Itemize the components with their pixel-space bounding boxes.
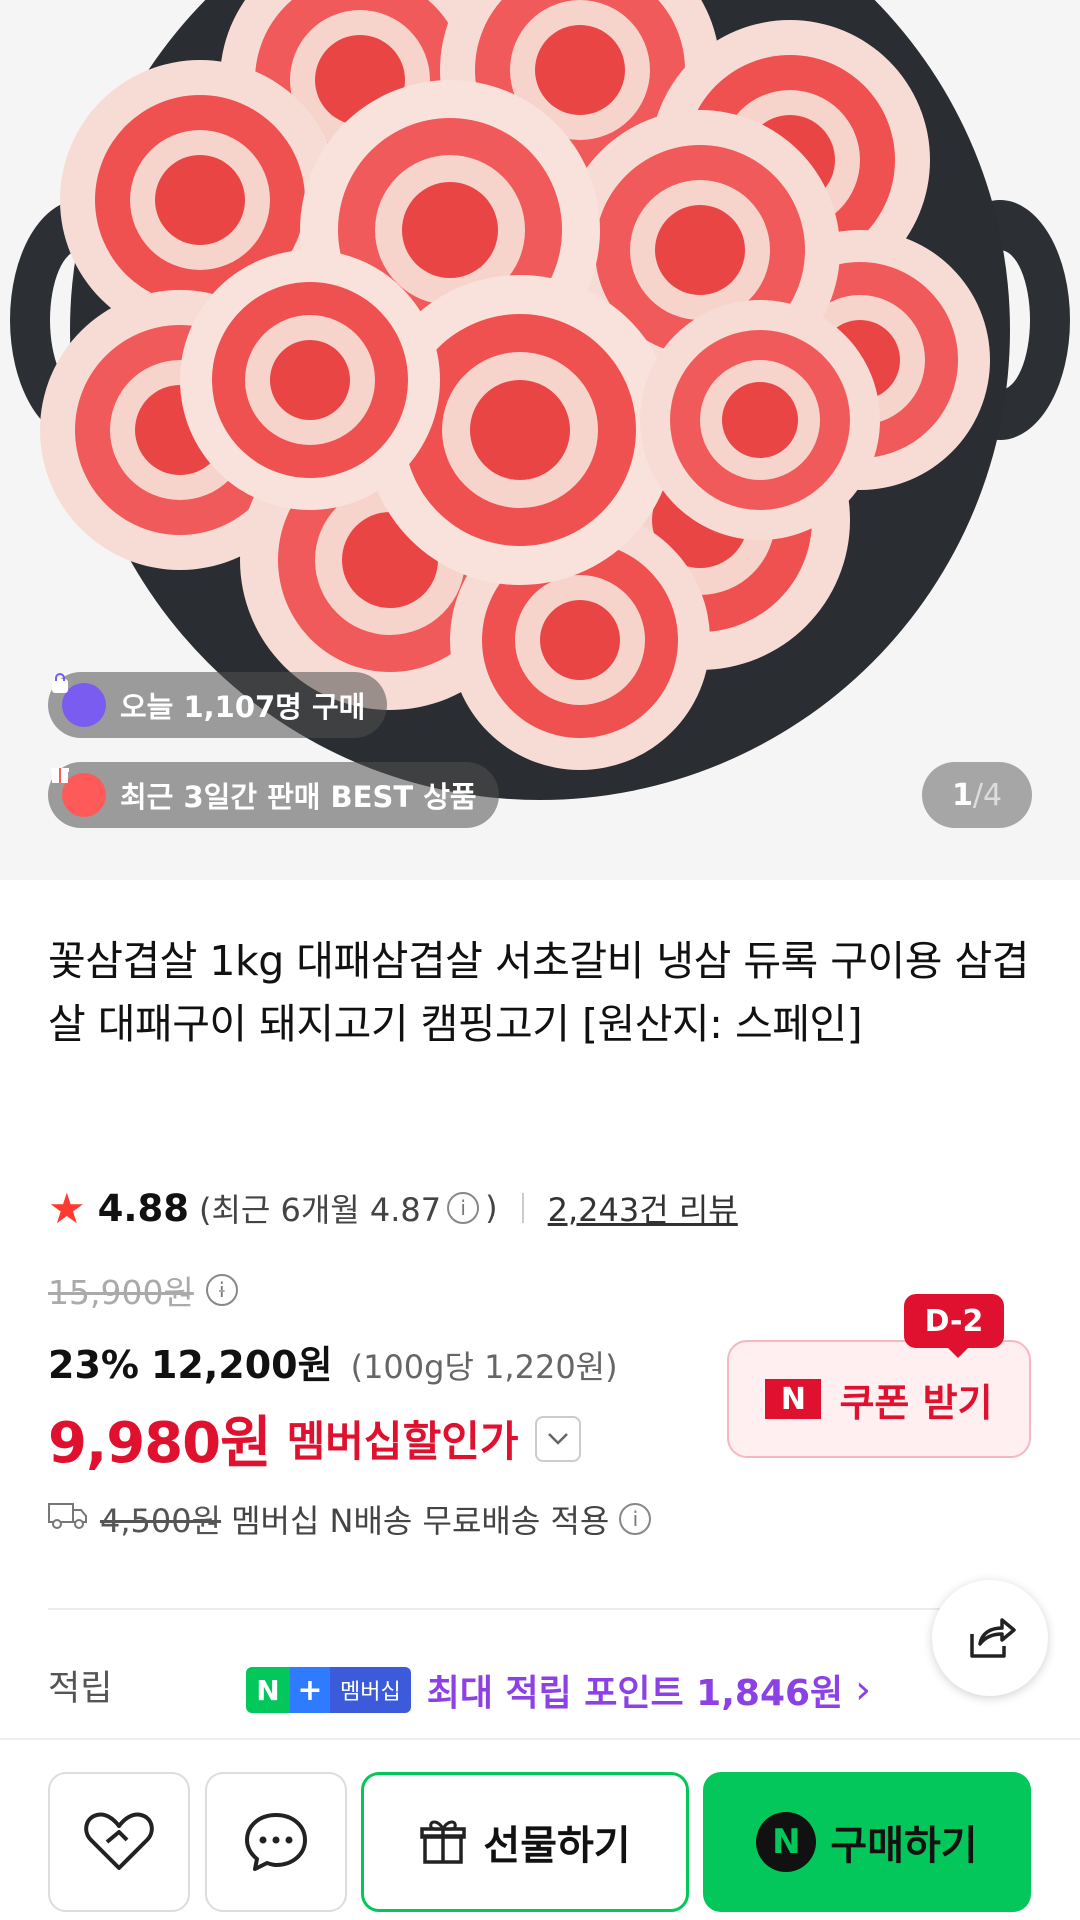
wishlist-button[interactable]: [48, 1772, 190, 1912]
buy-button[interactable]: N 구매하기: [703, 1772, 1031, 1912]
gift-box-icon: [51, 768, 106, 817]
member-price: 9,980원: [48, 1411, 272, 1476]
d-day-badge: D-2: [904, 1294, 1004, 1358]
chevron-down-icon[interactable]: [534, 1415, 581, 1462]
today-purchase-badge: 오늘 1,107명 구매: [48, 672, 388, 738]
shopping-bag-icon: [52, 673, 106, 727]
product-image[interactable]: 오늘 1,107명 구매 최근 3일간 판매 BEST 상품 1 / 4: [0, 0, 1080, 880]
shipping-fee: 4,500원: [100, 1502, 222, 1540]
rating-score: 4.88: [97, 1186, 189, 1230]
member-price-row: 9,980원 멤버십할인가: [48, 1398, 581, 1479]
unit-price: (100g당 1,220원): [350, 1348, 618, 1386]
shipping-row: 4,500원 멤버십 N배송 무료배송 적용 i: [48, 1496, 657, 1542]
heart-icon: [84, 1812, 154, 1870]
image-counter-total: 4: [982, 777, 1003, 813]
divider: [521, 1193, 524, 1223]
gift-button[interactable]: 선물하기: [361, 1772, 689, 1912]
chat-button[interactable]: [205, 1772, 347, 1912]
original-price: 15,900원: [48, 1273, 194, 1312]
info-icon[interactable]: i: [447, 1192, 480, 1224]
shipping-info-icon[interactable]: i: [619, 1503, 652, 1535]
divider: [0, 1738, 1080, 1740]
points-row[interactable]: N + 멤버십 최대 적립 포인트 1,846원 ›: [246, 1664, 871, 1716]
naver-n-icon: N: [765, 1379, 822, 1419]
buy-label: 구매하기: [830, 1823, 978, 1869]
sale-price-row: 23% 12,200원 (100g당 1,220원): [48, 1334, 618, 1389]
pork-belly-photo: [0, 0, 1080, 880]
truck-icon: [48, 1500, 88, 1538]
share-button[interactable]: [932, 1580, 1048, 1696]
recent-rating: (최근 6개월 4.87: [198, 1191, 442, 1229]
shipping-text: 멤버십 N배송 무료배송 적용: [231, 1502, 610, 1540]
star-icon: ★: [48, 1183, 86, 1233]
today-purchase-text: 오늘 1,107명 구매: [120, 690, 366, 724]
price-info-icon[interactable]: i: [205, 1274, 238, 1306]
badge-n: N: [246, 1667, 290, 1713]
chevron-right-icon: ›: [855, 1667, 872, 1713]
recent-rating-close: ): [485, 1189, 498, 1227]
coupon-button[interactable]: N 쿠폰 받기: [727, 1340, 1031, 1458]
image-counter-current: 1: [951, 777, 973, 813]
naver-pay-icon: N: [756, 1812, 817, 1872]
product-title: 꽃삼겹살 1kg 대패삼겹살 서초갈비 냉삼 듀록 구이용 삼겹살 대패구이 돼…: [48, 937, 1029, 1048]
points-text: 최대 적립 포인트 1,846원: [426, 1673, 844, 1714]
best-seller-text: 최근 3일간 판매 BEST 상품: [120, 780, 477, 814]
original-price-row: 15,900원 i: [48, 1266, 244, 1314]
points-label: 적립: [48, 1669, 113, 1709]
share-icon: [970, 1618, 1016, 1658]
member-price-label: 멤버십할인가: [286, 1417, 519, 1466]
coupon-label: 쿠폰 받기: [839, 1380, 993, 1425]
naver-plus-membership-badge: N + 멤버십: [246, 1667, 411, 1713]
rating-row: ★ 4.88 (최근 6개월 4.87 i ) 2,243건 리뷰: [48, 1178, 738, 1238]
badge-plus: +: [290, 1667, 330, 1713]
chat-bubble-icon: [245, 1813, 307, 1871]
badge-member: 멤버십: [330, 1667, 411, 1713]
best-seller-badge: 최근 3일간 판매 BEST 상품: [48, 762, 499, 828]
image-counter-separator: /: [972, 777, 983, 813]
image-counter: 1 / 4: [922, 762, 1032, 828]
divider: [48, 1608, 1032, 1610]
discount-percent: 23%: [48, 1343, 139, 1387]
sale-price: 12,200원: [150, 1343, 333, 1387]
gift-icon: [420, 1820, 467, 1864]
review-count-link[interactable]: 2,243건 리뷰: [548, 1185, 738, 1231]
gift-label: 선물하기: [483, 1823, 631, 1869]
